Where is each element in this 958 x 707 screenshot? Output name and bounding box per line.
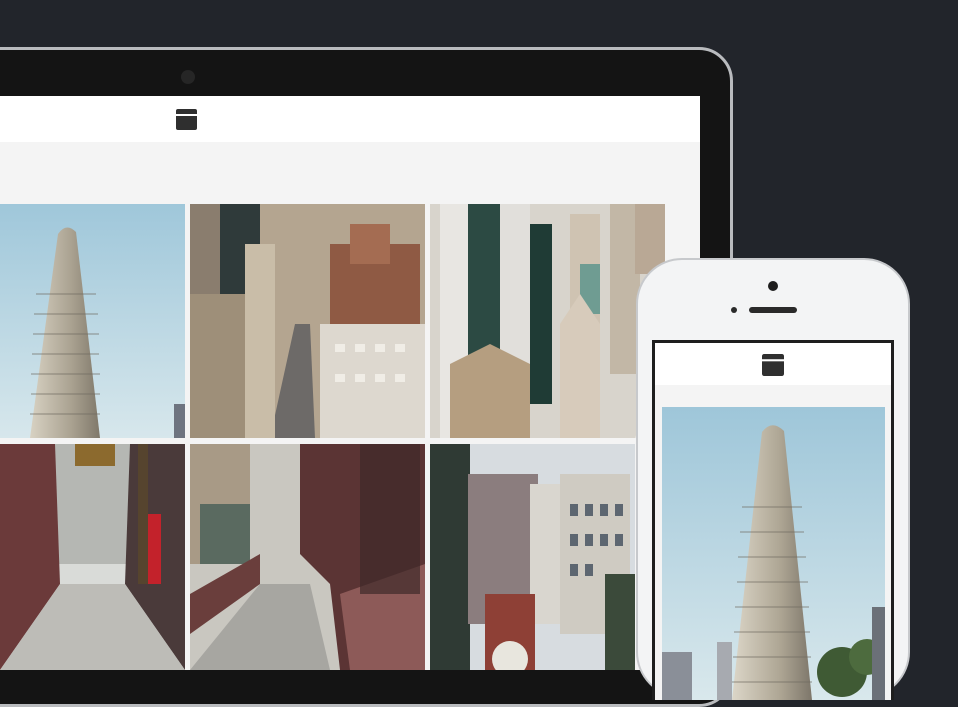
gallery-app-icon[interactable] — [176, 109, 197, 130]
phone-speaker — [749, 307, 797, 313]
photo-icon — [662, 407, 885, 700]
laptop-camera — [181, 70, 195, 84]
photo-icon — [190, 204, 425, 438]
gallery-app-icon[interactable] — [762, 354, 784, 376]
laptop-app-header — [0, 96, 700, 142]
gallery-photo-bridge-walkway[interactable] — [0, 444, 185, 670]
phone-frame — [636, 258, 910, 700]
gallery-photo-skyscrapers[interactable] — [430, 204, 665, 438]
phone-screen-content — [655, 343, 891, 700]
photo-icon — [430, 444, 635, 670]
phone-camera — [768, 281, 778, 291]
gallery-photo-flatiron[interactable] — [0, 204, 185, 438]
phone-sensor — [731, 307, 737, 313]
gallery-photo-bridge-railing[interactable] — [190, 444, 425, 670]
laptop-screen — [0, 96, 700, 670]
photo-icon — [430, 204, 665, 438]
phone-photo-flatiron[interactable] — [662, 407, 885, 700]
photo-icon — [0, 204, 185, 438]
gallery-photo-city-street[interactable] — [190, 204, 425, 438]
phone-app-header — [655, 343, 891, 385]
photo-icon — [0, 444, 185, 670]
photo-icon — [190, 444, 425, 670]
phone-screen — [652, 340, 894, 700]
gallery-photo-old-buildings[interactable] — [430, 444, 635, 670]
